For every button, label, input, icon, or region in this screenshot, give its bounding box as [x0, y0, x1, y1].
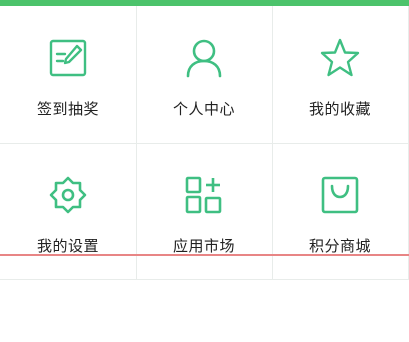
- star-icon: [318, 36, 362, 80]
- grid-divider: [0, 279, 409, 280]
- apps-grid-icon: [182, 173, 226, 217]
- menu-item-label: 我的收藏: [308, 100, 371, 118]
- menu-item-label: 积分商城: [308, 237, 371, 255]
- grid-divider: [0, 143, 409, 144]
- menu-item-my-settings[interactable]: 我的设置: [0, 143, 136, 280]
- menu-item-label: 我的设置: [36, 237, 99, 255]
- menu-item-points-mall[interactable]: 积分商城: [272, 143, 408, 280]
- shopping-bag-icon: [318, 173, 362, 217]
- menu-item-app-market[interactable]: 应用市场: [136, 143, 272, 280]
- menu-grid: 签到抽奖 个人中心 我的收藏 我的设置 应用市场 积分商城: [0, 6, 409, 280]
- menu-item-label: 签到抽奖: [36, 100, 99, 118]
- menu-item-label: 个人中心: [172, 100, 235, 118]
- menu-item-checkin-lottery[interactable]: 签到抽奖: [0, 6, 136, 143]
- menu-item-my-favorites[interactable]: 我的收藏: [272, 6, 408, 143]
- red-divider-line: [0, 254, 409, 256]
- menu-item-label: 应用市场: [172, 237, 235, 255]
- gear-icon: [46, 173, 90, 217]
- edit-note-icon: [46, 36, 90, 80]
- menu-item-personal-center[interactable]: 个人中心: [136, 6, 272, 143]
- user-icon: [182, 36, 226, 80]
